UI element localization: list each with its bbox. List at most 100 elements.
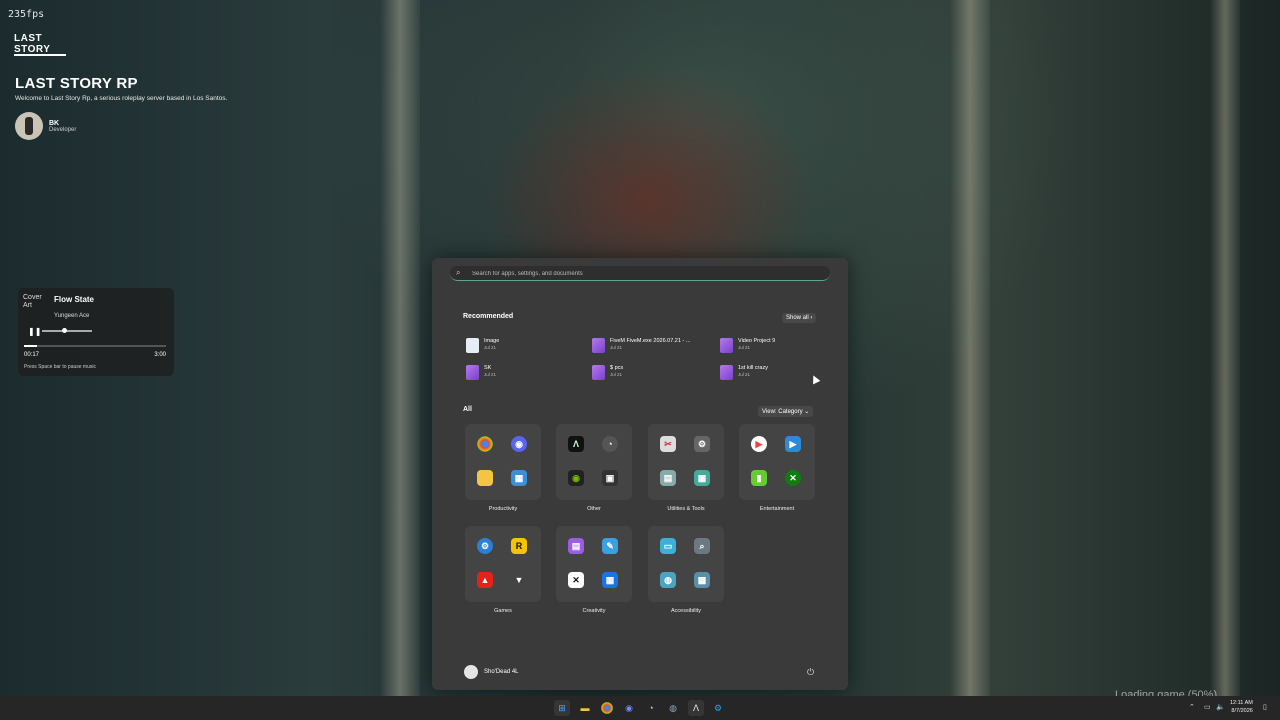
volume-icon[interactable]: 🔈 [1216, 703, 1225, 711]
rockstar-icon[interactable]: R [511, 538, 527, 554]
search-input[interactable] [470, 267, 814, 280]
calculator-icon[interactable]: ▤ [660, 470, 676, 486]
folder-entertainment[interactable]: ▶ ▶ ▮ ✕ [739, 424, 815, 500]
magnifier-icon[interactable]: ⌕ [694, 538, 710, 554]
folder-label: Utilities & Tools [667, 506, 705, 512]
file-explorer-icon[interactable] [477, 470, 493, 486]
power-icon[interactable]: ⏻ [807, 667, 814, 678]
notification-icon[interactable]: ▯ [1263, 703, 1267, 711]
recommended-name: SK [484, 365, 492, 371]
folder-utilities-tools[interactable]: ✂ ⚙ ▤ ▦ [648, 424, 724, 500]
app-a-icon[interactable]: Λ [568, 436, 584, 452]
capcut-icon[interactable]: ✕ [568, 572, 584, 588]
start-button-icon[interactable]: ⊞ [554, 700, 570, 716]
network-icon[interactable]: ▭ [1204, 703, 1211, 711]
folder-label: Creativity [582, 608, 606, 614]
file-explorer-icon[interactable]: ▬ [577, 700, 593, 716]
wallpaper-bar [950, 0, 990, 720]
widgets-icon[interactable]: ▦ [511, 470, 527, 486]
discord-icon[interactable]: ◉ [511, 436, 527, 452]
chrome-icon[interactable] [599, 700, 615, 716]
start-search[interactable]: ⌕ [450, 266, 830, 281]
developer-avatar [15, 112, 43, 140]
server-title: LAST STORY RP [15, 75, 138, 92]
folder-productivity[interactable]: ◉ ▦ [465, 424, 541, 500]
folder-label: Games [494, 608, 512, 614]
chrome-icon[interactable] [477, 436, 493, 452]
adobe-icon[interactable]: ▲ [477, 572, 493, 588]
voice-access-icon[interactable]: ◍ [660, 572, 676, 588]
nvidia-icon[interactable]: ◉ [568, 470, 584, 486]
steam-icon[interactable]: ◍ [665, 700, 681, 716]
track-duration: 3:00 [154, 352, 166, 358]
folder-accessibility[interactable]: ▭ ⌕ ◍ ▩ [648, 526, 724, 602]
view-category-dropdown[interactable]: View: Category ⌄ [758, 406, 814, 417]
recommended-item[interactable]: Video Project 9 Jul 21 [720, 338, 775, 353]
control-panel-icon[interactable]: ▦ [694, 470, 710, 486]
folder-games[interactable]: ⚙ R ▲ ▼ [465, 526, 541, 602]
misc-app-icon[interactable]: ▣ [602, 470, 618, 486]
user-account[interactable]: Sho'Dead 4L [464, 665, 519, 679]
search-icon: ⌕ [456, 268, 461, 277]
xbox-icon[interactable]: ✕ [785, 470, 801, 486]
folder-label: Accessibility [671, 608, 701, 614]
game-launcher-icon[interactable]: ⚙ [477, 538, 493, 554]
recommended-date: Jul 21 [484, 372, 497, 377]
clock-date: 8/7/2026 [1231, 708, 1253, 714]
volume-slider[interactable] [42, 328, 92, 333]
taskbar: ⊞ ▬ ◉ ◔ ◍ Λ ⚙ ⌃ ▭ 🔈 12:11 AM 8/7/2026 ▯ [0, 696, 1280, 720]
narrator-icon[interactable]: ▭ [660, 538, 676, 554]
paint-icon[interactable]: ✎ [602, 538, 618, 554]
gta-icon[interactable]: ▼ [511, 572, 527, 588]
recommended-date: Jul 21 [610, 372, 623, 377]
folder-other[interactable]: Λ ◔ ◉ ▣ [556, 424, 632, 500]
recommended-item[interactable]: $ pcs Jul 21 [592, 365, 623, 380]
fivem-icon[interactable]: Λ [688, 700, 704, 716]
folder-label: Productivity [488, 506, 518, 512]
onscreen-keyboard-icon[interactable]: ▩ [694, 572, 710, 588]
music-hint: Press Space bar to pause music [24, 364, 96, 370]
clock[interactable]: 12:11 AM 8/7/2026 [1230, 699, 1253, 715]
wallpaper-bar [380, 0, 420, 720]
all-apps-heading: All [463, 406, 472, 413]
progress-fill [24, 345, 38, 347]
view-category-label: View: Category [762, 409, 803, 415]
recommended-item[interactable]: FiveM FiveM.exe 2026.07.21 - ... Jul 21 [592, 338, 690, 353]
progress-bar[interactable] [24, 345, 166, 347]
folder-label: Other [587, 506, 601, 512]
video-file-icon [466, 365, 479, 380]
recommended-heading: Recommended [463, 313, 514, 320]
obs-icon[interactable]: ◔ [602, 436, 618, 452]
discord-icon[interactable]: ◉ [621, 700, 637, 716]
settings-gear-icon[interactable]: ⚙ [694, 436, 710, 452]
folder-creativity[interactable]: ▤ ✎ ✕ ▦ [556, 526, 632, 602]
recommended-date: Jul 21 [738, 345, 751, 350]
recommended-item[interactable]: SK Jul 21 [466, 365, 496, 380]
track-title: Flow State [54, 295, 95, 304]
developer-name: BK [49, 119, 60, 127]
volume-handle[interactable] [62, 328, 67, 333]
recommended-item[interactable]: Image Jul 21 [466, 338, 499, 353]
elapsed-time: 00:17 [24, 352, 40, 358]
music-player: Cover Art Flow State Yungeen Ace ❚❚ 00:1… [18, 288, 174, 376]
show-all-button[interactable]: Show all › [782, 313, 817, 323]
user-name: Sho'Dead 4L [484, 669, 519, 675]
photos-icon[interactable]: ▦ [602, 572, 618, 588]
chevron-up-icon[interactable]: ⌃ [1189, 703, 1195, 711]
clipchamp-icon[interactable]: ▮ [751, 470, 767, 486]
user-avatar [464, 665, 478, 679]
wallpaper-bar [1210, 0, 1240, 720]
recommended-date: Jul 21 [610, 345, 623, 350]
recommended-name: 1st kill crazy [738, 365, 768, 371]
recommended-name: Image [484, 338, 500, 344]
snipping-tool-icon[interactable]: ✂ [660, 436, 676, 452]
media-player-icon[interactable]: ▶ [751, 436, 767, 452]
recommended-name: FiveM FiveM.exe 2026.07.21 - ... [610, 338, 691, 344]
game-launcher-icon[interactable]: ⚙ [710, 700, 726, 716]
recommended-item[interactable]: 1st kill crazy Jul 21 [720, 365, 768, 380]
pause-icon[interactable]: ❚❚ [28, 327, 41, 336]
obs-icon[interactable]: ◔ [643, 700, 659, 716]
movies-tv-icon[interactable]: ▶ [785, 436, 801, 452]
developer-role: Developer [49, 126, 77, 133]
video-editor-icon[interactable]: ▤ [568, 538, 584, 554]
